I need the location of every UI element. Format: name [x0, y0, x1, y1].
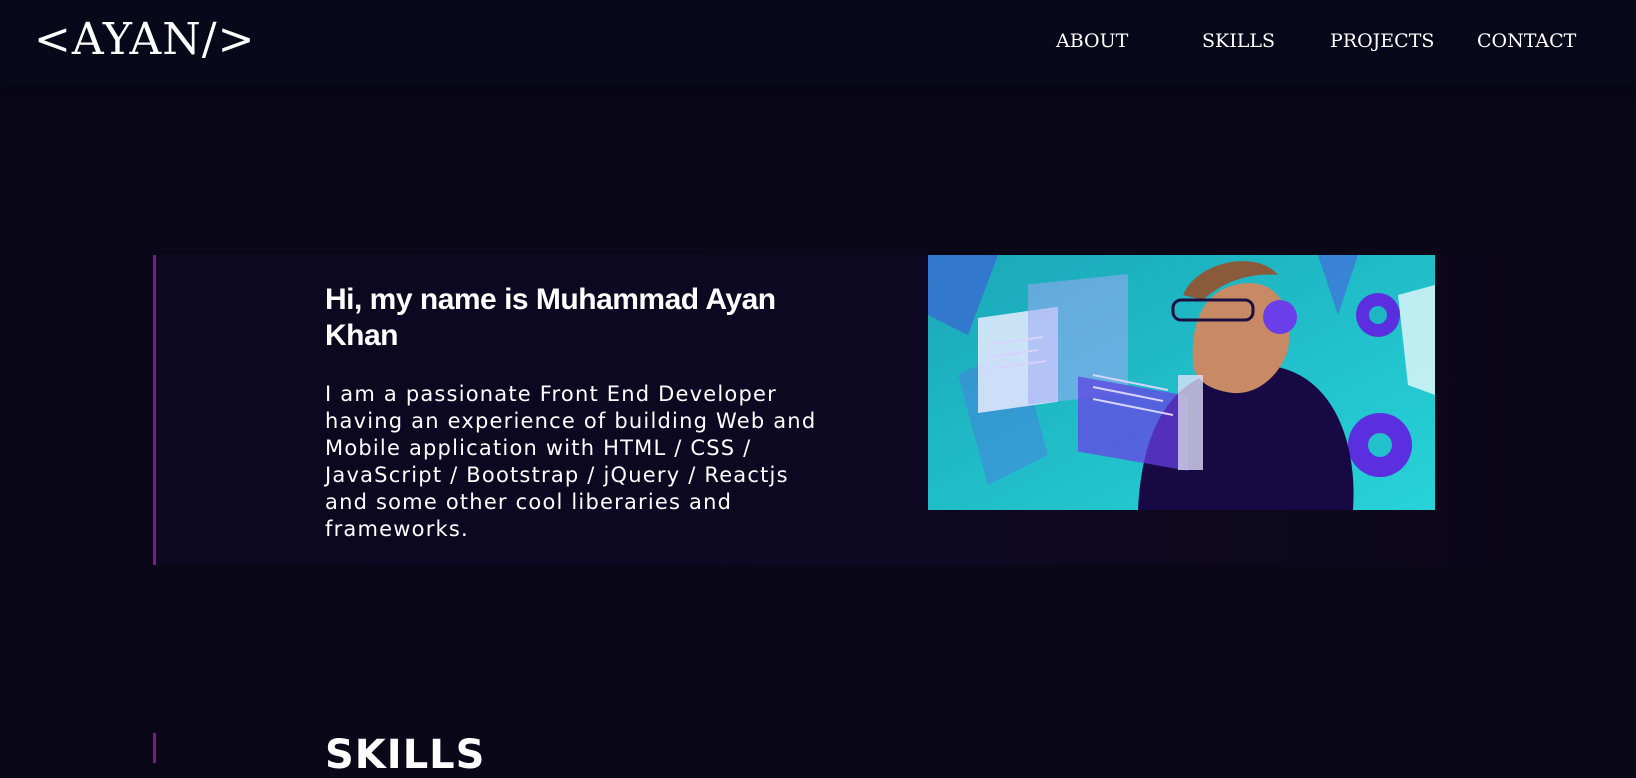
navbar: <AYAN/> ABOUT SKILLS PROJECTS CONTACT: [0, 0, 1636, 86]
developer-illustration: [928, 255, 1435, 510]
about-description: I am a passionate Front End Developer ha…: [325, 382, 817, 541]
about-heading: Hi, my name is Muhammad Ayan Khan: [325, 283, 776, 352]
nav-link-projects[interactable]: PROJECTS: [1330, 30, 1434, 52]
site-logo[interactable]: <AYAN/>: [34, 14, 255, 65]
nav-link-skills[interactable]: SKILLS: [1202, 30, 1275, 52]
nav-link-contact[interactable]: CONTACT: [1477, 30, 1576, 52]
nav-link-about[interactable]: ABOUT: [1056, 30, 1128, 52]
about-accent-bar: [153, 255, 156, 565]
skills-heading: SKILLS: [325, 732, 486, 778]
skills-accent-bar: [153, 733, 156, 763]
